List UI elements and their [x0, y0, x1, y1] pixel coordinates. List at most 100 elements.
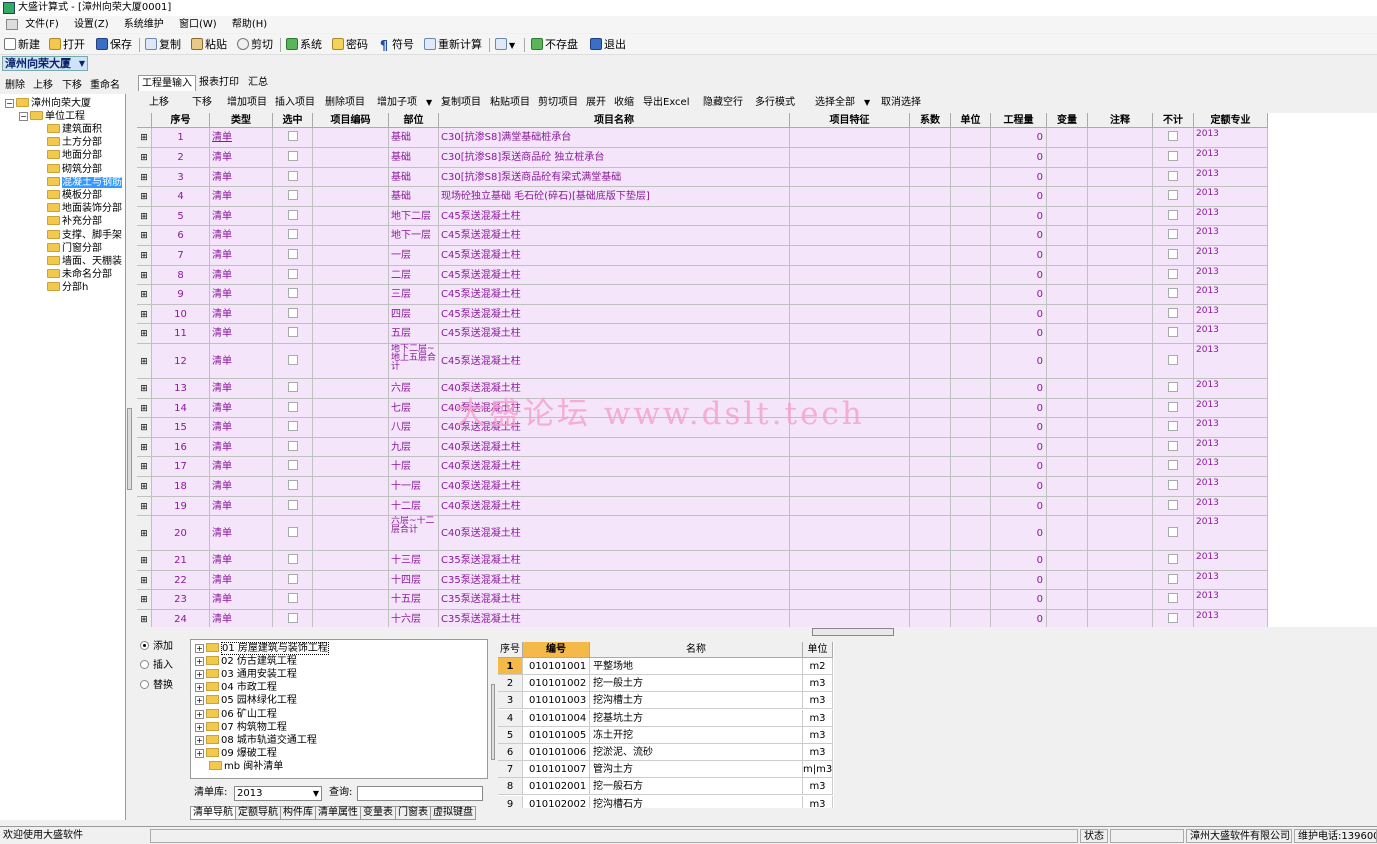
grid-cell[interactable]: [1047, 206, 1088, 227]
grid-cell[interactable]: [1047, 418, 1088, 438]
new-button[interactable]: 新建: [4, 37, 40, 53]
row-checkbox[interactable]: [287, 421, 298, 432]
bill-row-number[interactable]: 7: [498, 761, 523, 779]
bill-row-number[interactable]: 2: [498, 675, 523, 693]
bill-grid-cell[interactable]: 010101005: [523, 726, 590, 744]
row-checkbox[interactable]: [1168, 593, 1178, 604]
grid-cell[interactable]: [790, 551, 910, 571]
grid-cell[interactable]: [1047, 148, 1088, 168]
grid-cell[interactable]: [1153, 148, 1194, 168]
bill-grid-cell[interactable]: 挖沟槽土方: [590, 692, 803, 710]
no-save-button[interactable]: 不存盘: [531, 37, 578, 53]
row-checkbox[interactable]: [287, 573, 298, 584]
menu-system-maintenance[interactable]: 系统维护: [124, 16, 164, 33]
grid-cell[interactable]: [273, 304, 313, 325]
table-row[interactable]: ⊞ 20 清单 六层~十二层合计 C40泵送混凝土柱 0 2013: [137, 516, 1377, 552]
row-checkbox[interactable]: [287, 440, 298, 451]
grid-cell[interactable]: [790, 148, 910, 168]
save-button[interactable]: 保存: [96, 37, 132, 53]
radio-replace[interactable]: 替换: [140, 679, 173, 693]
grid-cell[interactable]: 3: [152, 167, 210, 188]
expand-plus-icon[interactable]: ⊞: [140, 384, 148, 394]
grid-cell[interactable]: [273, 265, 313, 286]
row-checkbox[interactable]: [1168, 288, 1178, 299]
row-checkbox[interactable]: [287, 170, 298, 181]
bill-grid-cell[interactable]: m3: [803, 709, 833, 727]
grid-cell[interactable]: [1047, 285, 1088, 305]
grid-cell[interactable]: [1153, 344, 1194, 379]
grid-cell[interactable]: [951, 496, 991, 517]
grid-cell[interactable]: 0: [991, 457, 1047, 477]
grid-cell[interactable]: C35泵送混凝土柱: [439, 570, 790, 591]
grid-cell[interactable]: 2: [152, 148, 210, 168]
move-down-button[interactable]: 下移: [192, 96, 212, 110]
grid-cell[interactable]: 2013: [1194, 590, 1268, 610]
grid-cell[interactable]: 2013: [1194, 418, 1268, 438]
expand-plus-icon[interactable]: +: [195, 696, 204, 706]
grid-cell[interactable]: 清单: [210, 206, 273, 227]
grid-cell[interactable]: 0: [991, 206, 1047, 227]
row-checkbox[interactable]: [287, 480, 298, 490]
row-checkbox[interactable]: [1168, 268, 1178, 279]
grid-cell[interactable]: C40泵送混凝土柱: [439, 437, 790, 458]
grid-cell[interactable]: 0: [991, 226, 1047, 246]
grid-cell[interactable]: C40泵送混凝土柱: [439, 477, 790, 497]
grid-cell[interactable]: [313, 418, 389, 438]
grid-cell[interactable]: [951, 148, 991, 168]
grid-cell[interactable]: 清单: [210, 551, 273, 571]
grid-column-header[interactable]: 系数: [910, 113, 951, 128]
grid-cell[interactable]: [1088, 570, 1153, 591]
grid-cell[interactable]: [1088, 246, 1153, 266]
grid-cell[interactable]: [1047, 379, 1088, 399]
paste-button[interactable]: 粘贴: [191, 37, 227, 53]
grid-cell[interactable]: 基础: [389, 167, 439, 188]
grid-cell[interactable]: 0: [991, 610, 1047, 627]
grid-cell[interactable]: 2013: [1194, 148, 1268, 168]
grid-cell[interactable]: [273, 590, 313, 610]
grid-cell[interactable]: [1088, 496, 1153, 517]
grid-cell[interactable]: [790, 437, 910, 458]
grid-cell[interactable]: 2013: [1194, 477, 1268, 497]
grid-column-header[interactable]: 注释: [1088, 113, 1153, 128]
row-checkbox[interactable]: [287, 131, 298, 141]
grid-cell[interactable]: 十一层: [389, 477, 439, 497]
tree-item[interactable]: 补充分部: [47, 215, 102, 228]
grid-cell[interactable]: [1047, 610, 1088, 627]
grid-cell[interactable]: 2013: [1194, 285, 1268, 305]
grid-cell[interactable]: C45泵送混凝土柱: [439, 324, 790, 344]
grid-cell[interactable]: [910, 496, 951, 517]
grid-cell[interactable]: 2013: [1194, 516, 1268, 552]
grid-cell[interactable]: 十六层: [389, 610, 439, 627]
grid-cell[interactable]: [910, 324, 951, 344]
grid-cell[interactable]: [1153, 477, 1194, 497]
tree-item[interactable]: 砌筑分部: [47, 163, 102, 176]
add-item-button[interactable]: 增加项目: [227, 96, 267, 110]
grid-cell[interactable]: [951, 128, 991, 148]
expand-plus-icon[interactable]: ⊞: [140, 192, 148, 202]
grid-cell[interactable]: [951, 324, 991, 344]
export-excel-button[interactable]: 导出Excel: [643, 96, 690, 110]
row-checkbox[interactable]: [1168, 554, 1178, 565]
expand-plus-icon[interactable]: +: [195, 722, 204, 732]
grid-cell[interactable]: 10: [152, 304, 210, 325]
grid-cell[interactable]: [1153, 437, 1194, 458]
tree-item[interactable]: 地面装饰分部: [47, 202, 122, 215]
grid-cell[interactable]: [1153, 590, 1194, 610]
grid-cell[interactable]: 0: [991, 398, 1047, 419]
row-checkbox[interactable]: [287, 355, 298, 365]
grid-cell[interactable]: 清单: [210, 610, 273, 627]
grid-cell[interactable]: [313, 167, 389, 188]
row-expand-cell[interactable]: ⊞: [137, 246, 152, 266]
project-selector[interactable]: 漳州向荣大厦 ▼: [2, 56, 88, 71]
grid-cell[interactable]: 4: [152, 187, 210, 207]
grid-cell[interactable]: [951, 246, 991, 266]
grid-column-header[interactable]: 工程量: [991, 113, 1047, 128]
grid-cell[interactable]: [1088, 457, 1153, 477]
expand-plus-icon[interactable]: ⊞: [140, 251, 148, 261]
grid-cell[interactable]: [1047, 590, 1088, 610]
grid-cell[interactable]: [951, 418, 991, 438]
expand-plus-icon[interactable]: ⊞: [140, 529, 148, 539]
grid-cell[interactable]: [910, 226, 951, 246]
tree-item[interactable]: 建筑面积: [47, 123, 102, 136]
grid-cell[interactable]: 七层: [389, 398, 439, 419]
